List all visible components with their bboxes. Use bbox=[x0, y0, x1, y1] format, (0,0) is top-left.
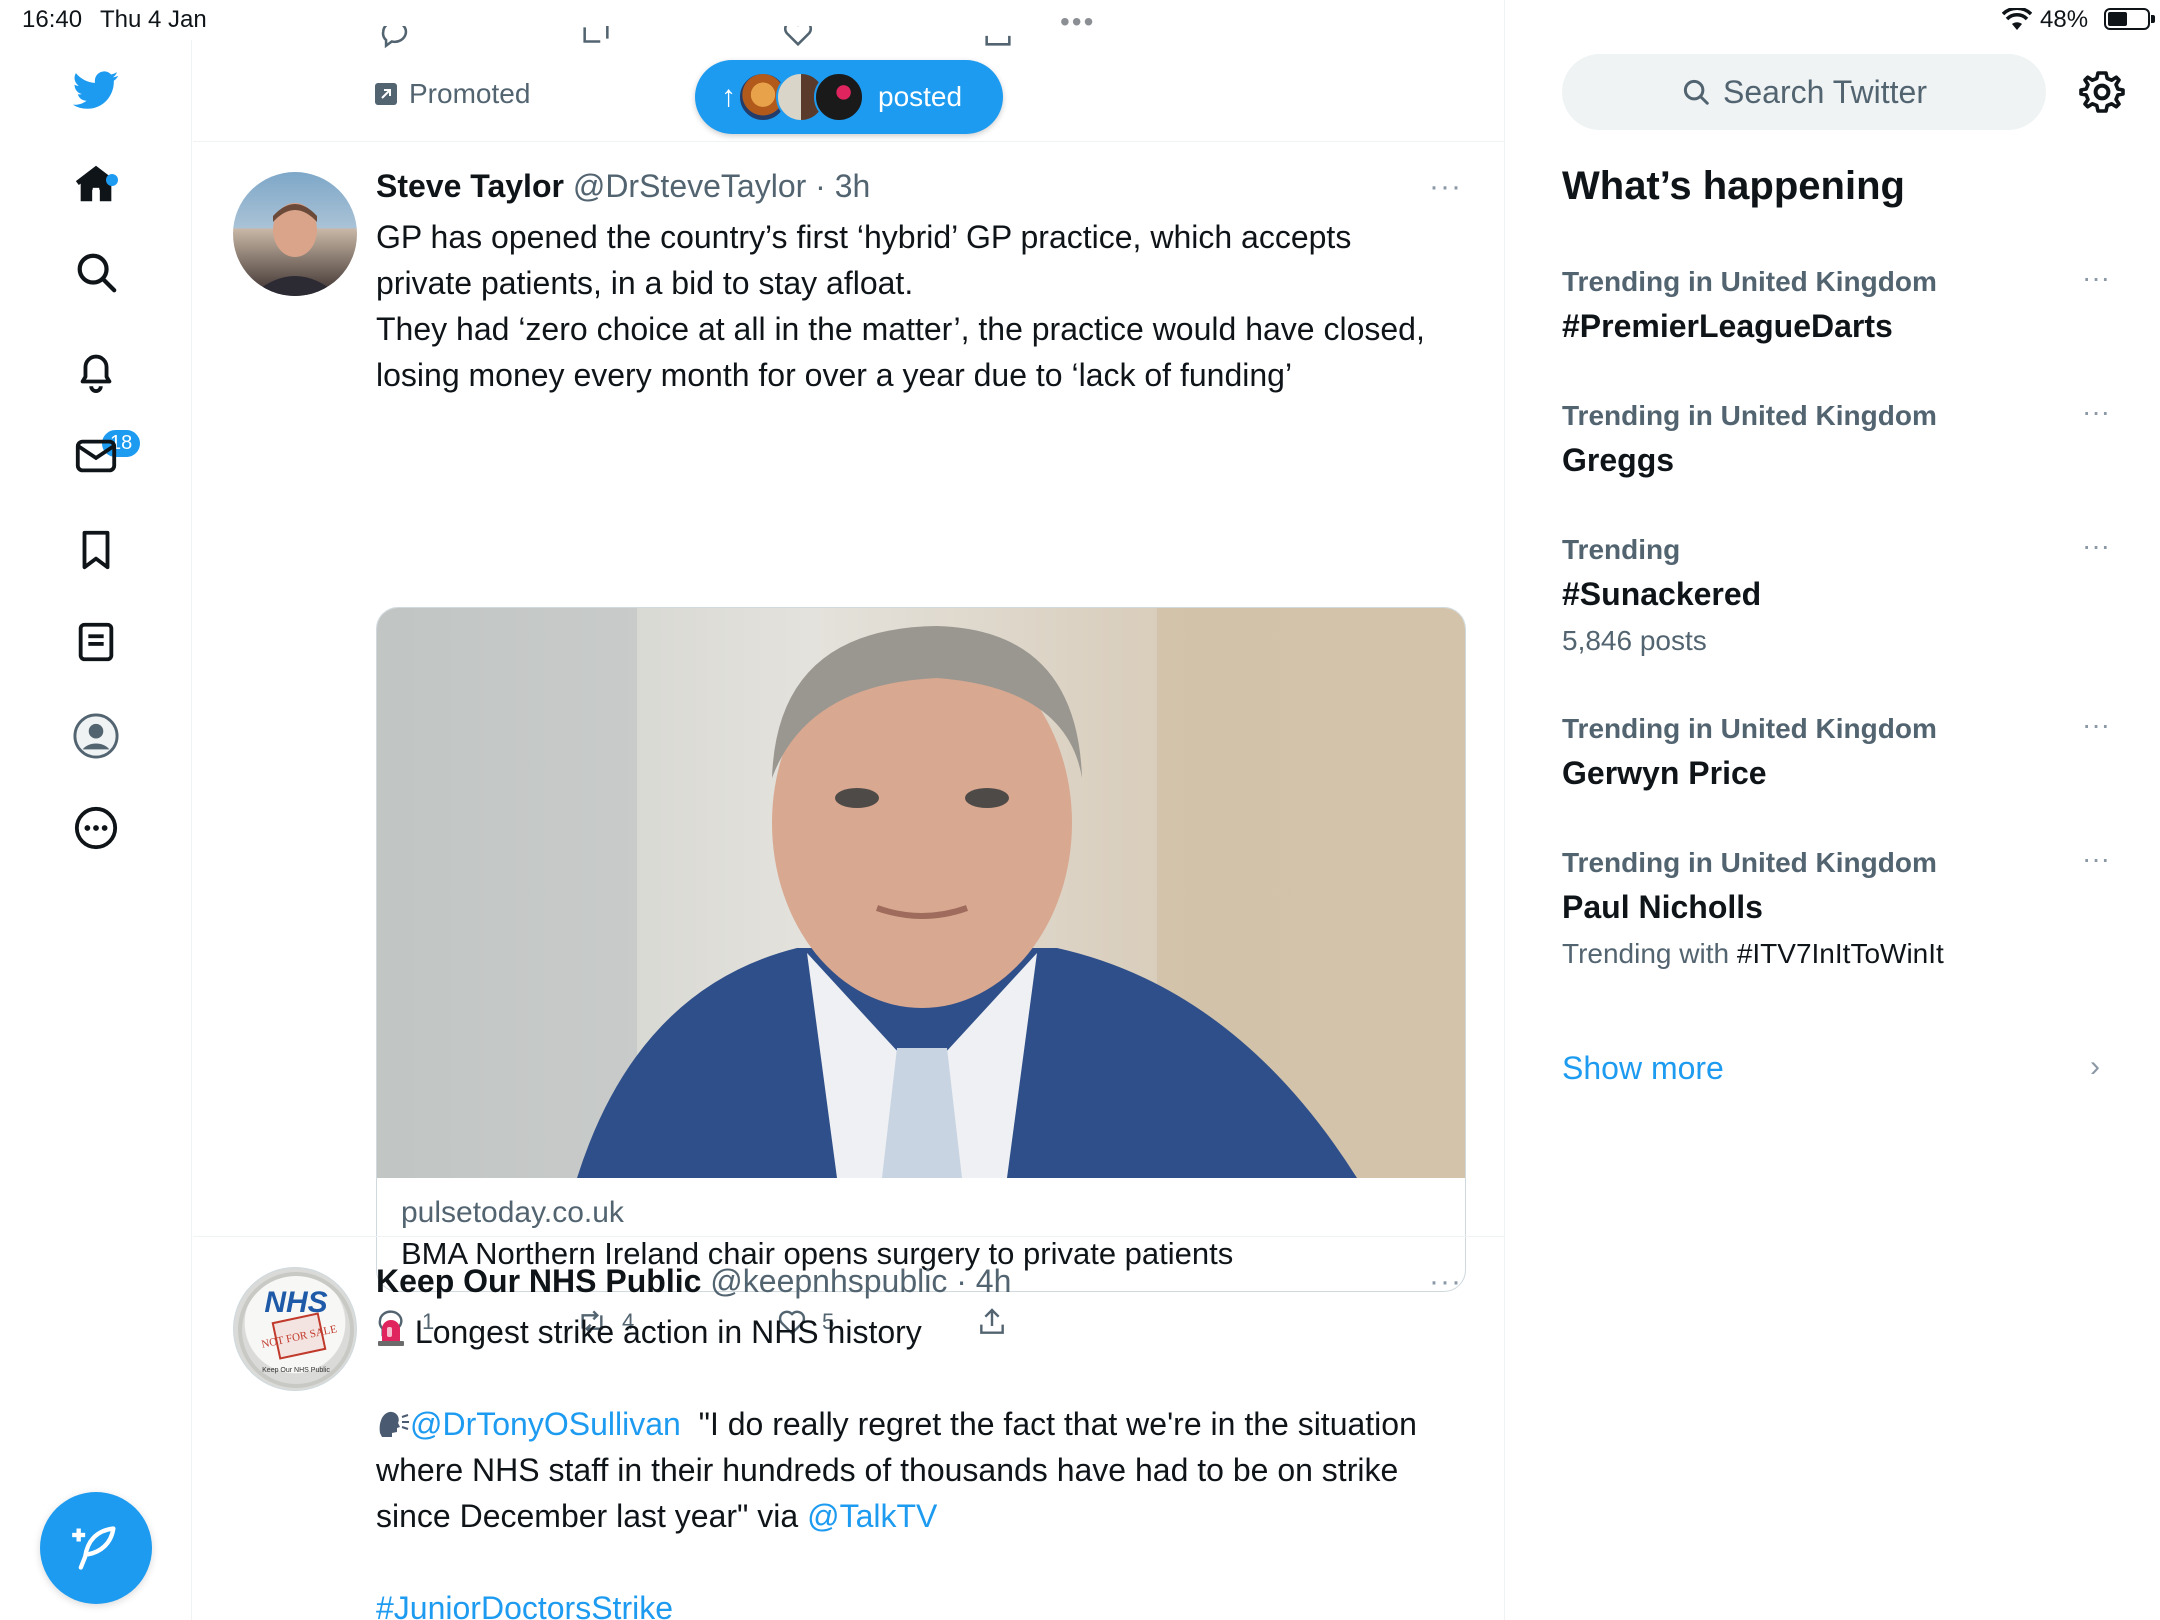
hashtag-link[interactable]: #JuniorDoctorsStrike bbox=[376, 1590, 673, 1620]
left-nav: 18 bbox=[0, 40, 192, 1620]
share-icon[interactable] bbox=[981, 26, 1015, 55]
trend-topic: Paul Nicholls bbox=[1562, 889, 1763, 925]
trend-subtext: Trending with #ITV7InItToWinIt bbox=[1562, 938, 2122, 970]
new-posts-label: posted bbox=[878, 81, 963, 112]
tweet-text: Longest strike action in NHS history @Dr… bbox=[376, 1309, 1456, 1620]
tweet-text: GP has opened the country’s first ‘hybri… bbox=[376, 219, 1425, 393]
avatar-ring-text: Keep Our NHS Public bbox=[262, 1367, 330, 1374]
whats-happening-title: What’s happening bbox=[1562, 164, 1905, 208]
show-more-link[interactable]: Show more bbox=[1562, 1050, 1724, 1087]
search-icon[interactable] bbox=[66, 242, 126, 302]
mention-link[interactable]: @TalkTV bbox=[807, 1498, 937, 1534]
new-posts-pill[interactable]: ↑ posted bbox=[695, 60, 1003, 134]
trend-context: Trending in United Kingdom bbox=[1562, 266, 1937, 297]
promoted-icon bbox=[375, 83, 397, 105]
partial-tweet-actions bbox=[193, 26, 1504, 56]
trend-subtext-hashtag[interactable]: #ITV7InItToWinIt bbox=[1737, 938, 1944, 969]
trend-post-count: 5,846 posts bbox=[1562, 625, 1707, 656]
tweet-line-1: Longest strike action in NHS history bbox=[414, 1314, 922, 1350]
trend-item[interactable]: Trending #Sunackered 5,846 posts ··· bbox=[1562, 530, 2122, 657]
reply-icon[interactable] bbox=[379, 26, 413, 55]
battery-icon bbox=[2104, 8, 2155, 30]
status-time: 16:40 bbox=[22, 6, 83, 33]
promoted-label: Promoted bbox=[375, 78, 530, 110]
mention-link[interactable]: @DrTonyOSullivan bbox=[410, 1406, 681, 1442]
trend-topic: Greggs bbox=[1562, 442, 1675, 478]
gear-icon[interactable] bbox=[2078, 68, 2126, 116]
tweet-more-button[interactable]: ··· bbox=[1429, 1265, 1462, 1299]
arrow-up-icon: ↑ bbox=[721, 80, 736, 113]
status-date: Thu 4 Jan bbox=[100, 6, 207, 33]
tweet-time[interactable]: · 3h bbox=[815, 168, 870, 204]
search-placeholder: Search Twitter bbox=[1723, 73, 1927, 110]
trend-item[interactable]: Trending in United Kingdom Greggs ··· bbox=[1562, 396, 2122, 479]
trend-context: Trending in United Kingdom bbox=[1562, 713, 1937, 744]
chevron-right-icon: › bbox=[2090, 1050, 2100, 1083]
speaking-head-icon bbox=[376, 1405, 410, 1437]
right-sidebar: Search Twitter What’s happening Trending… bbox=[1506, 40, 2160, 1620]
promoted-text: Promoted bbox=[409, 78, 531, 109]
tweet-header: Keep Our NHS Public @keepnhspublic · 4h bbox=[376, 1263, 1011, 1300]
mail-icon[interactable] bbox=[66, 426, 126, 486]
author-name[interactable]: Steve Taylor bbox=[376, 168, 564, 204]
trend-item[interactable]: Trending in United Kingdom #PremierLeagu… bbox=[1562, 262, 2122, 345]
card-image bbox=[377, 608, 1465, 1178]
home-unread-dot bbox=[106, 174, 118, 186]
compose-button[interactable] bbox=[40, 1492, 152, 1604]
tweet-more-button[interactable]: ··· bbox=[1429, 170, 1462, 204]
author-name[interactable]: Keep Our NHS Public bbox=[376, 1263, 701, 1299]
trend-topic: Gerwyn Price bbox=[1562, 755, 1767, 791]
trend-more-button[interactable]: ··· bbox=[2082, 843, 2110, 875]
avatar[interactable]: NHS NOT FOR SALE Keep Our NHS Public bbox=[233, 1267, 357, 1391]
trend-topic: #Sunackered bbox=[1562, 576, 1762, 612]
trend-context: Trending bbox=[1562, 534, 1681, 565]
card-domain: pulsetoday.co.uk bbox=[401, 1196, 624, 1229]
trend-item[interactable]: Trending in United Kingdom Paul Nicholls… bbox=[1562, 843, 2122, 970]
link-card[interactable]: pulsetoday.co.uk BMA Northern Ireland ch… bbox=[376, 607, 1466, 1292]
trend-topic: #PremierLeagueDarts bbox=[1562, 308, 1893, 344]
author-handle[interactable]: @DrSteveTaylor bbox=[573, 168, 806, 204]
bell-icon[interactable] bbox=[66, 340, 126, 400]
trend-context: Trending in United Kingdom bbox=[1562, 400, 1937, 431]
battery-percent: 48% bbox=[2040, 6, 2089, 33]
trend-more-button[interactable]: ··· bbox=[2082, 396, 2110, 428]
tweet-header: Steve Taylor @DrSteveTaylor · 3h bbox=[376, 168, 870, 205]
trend-subtext-prefix: Trending with bbox=[1562, 938, 1737, 969]
wifi-icon bbox=[2001, 6, 2033, 37]
retweet-icon[interactable] bbox=[579, 26, 613, 55]
more-circle-icon[interactable] bbox=[66, 798, 126, 858]
search-input[interactable]: Search Twitter bbox=[1562, 54, 2046, 130]
trend-more-button[interactable]: ··· bbox=[2082, 709, 2110, 741]
compose-icon bbox=[72, 1526, 116, 1570]
tweet-time[interactable]: · 4h bbox=[956, 1263, 1011, 1299]
search-icon bbox=[1683, 79, 1709, 105]
like-icon[interactable] bbox=[781, 26, 815, 55]
author-handle[interactable]: @keepnhspublic bbox=[710, 1263, 947, 1299]
divider bbox=[193, 141, 1504, 142]
trend-more-button[interactable]: ··· bbox=[2082, 262, 2110, 294]
pill-avatar bbox=[814, 72, 864, 122]
profile-icon[interactable] bbox=[66, 706, 126, 766]
trend-item[interactable]: Trending in United Kingdom Gerwyn Price … bbox=[1562, 709, 2122, 792]
trend-more-button[interactable]: ··· bbox=[2082, 530, 2110, 562]
bookmark-icon[interactable] bbox=[66, 520, 126, 580]
divider bbox=[193, 1236, 1504, 1237]
main-feed: Promoted ↑ posted Steve Taylor @DrSteveT… bbox=[193, 0, 1505, 1620]
trend-context: Trending in United Kingdom bbox=[1562, 847, 1937, 878]
twitter-logo-icon[interactable] bbox=[66, 60, 126, 120]
lists-icon[interactable] bbox=[66, 612, 126, 672]
home-icon[interactable] bbox=[66, 154, 126, 214]
avatar[interactable] bbox=[233, 172, 357, 296]
siren-icon bbox=[376, 1313, 406, 1347]
